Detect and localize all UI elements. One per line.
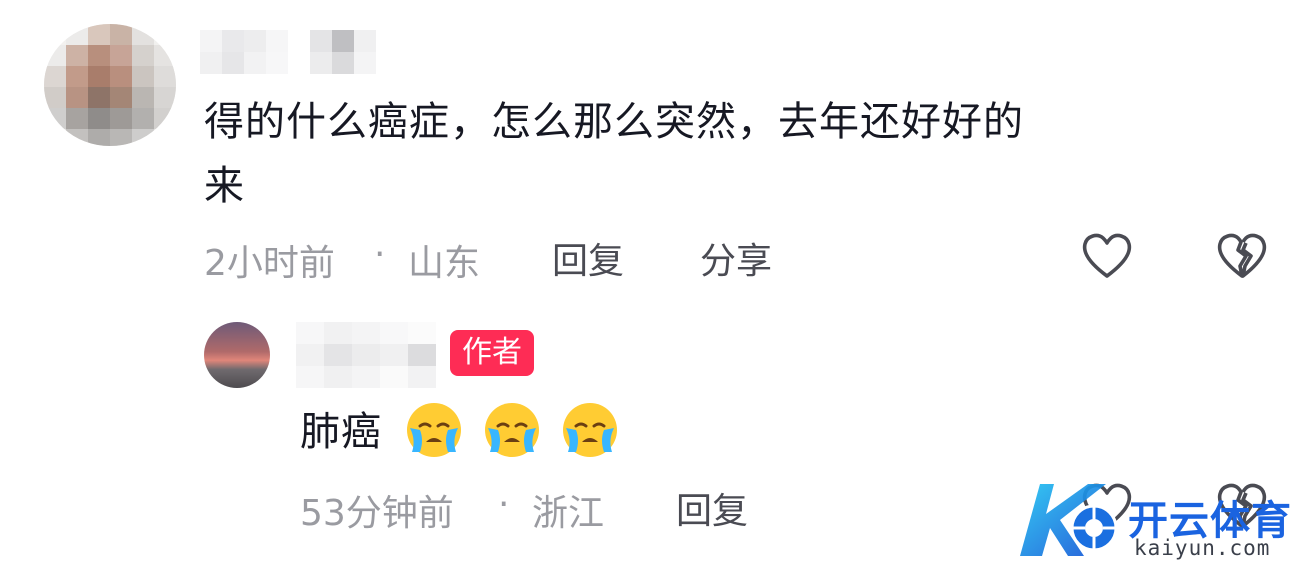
meta-separator: · [374,234,386,275]
author-name-blurred[interactable] [296,322,436,388]
comment-time: 2小时前 [204,243,335,284]
reply-button[interactable]: 回复 [552,232,624,284]
author-badge: 作者 [450,330,534,376]
crying-face-icon [407,403,461,457]
reply-reply-button[interactable]: 回复 [676,482,748,534]
reply-text: 肺癌 [300,409,382,455]
commenter-avatar[interactable] [44,24,176,146]
crying-face-icon [563,403,617,457]
crying-face-icon [485,403,539,457]
comment-location: 山东 [408,243,481,284]
avatar-mosaic [44,24,176,146]
reply-time: 53分钟前 [300,493,454,534]
commenter-name-blurred[interactable] [200,30,376,74]
author-avatar[interactable] [204,322,270,388]
dislike-broken-heart-icon[interactable] [1214,230,1270,282]
share-button[interactable]: 分享 [700,232,772,284]
watermark-brand-url: kaiyun.com [1134,536,1271,560]
comment-text-line2: 来 [204,163,245,209]
like-heart-icon[interactable] [1080,230,1134,282]
reply-meta-separator: · [498,484,510,525]
kaiyun-logo-icon [1020,484,1118,556]
reply-location: 浙江 [532,493,605,534]
comment-text-line1: 得的什么癌症，怎么那么突然，去年还好好的 [204,99,1024,145]
